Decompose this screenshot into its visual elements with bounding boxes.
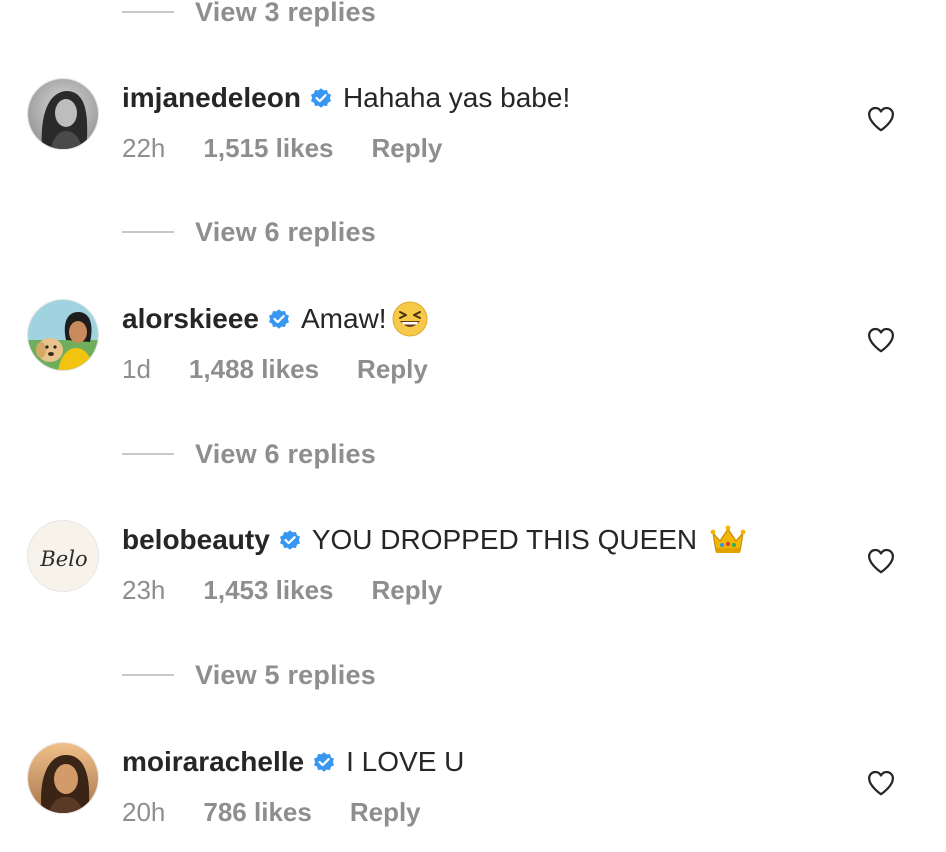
username[interactable]: alorskieee	[122, 303, 259, 335]
grinning-squinting-face-emoji	[392, 301, 428, 337]
comment-text: YOU DROPPED THIS QUEEN	[311, 524, 698, 555]
comment-text: Amaw!	[301, 303, 387, 334]
reply-button[interactable]: Reply	[372, 575, 443, 606]
comment-timestamp: 1d	[122, 353, 151, 384]
likes-count[interactable]: 1,488 likes	[189, 354, 319, 385]
reply-button[interactable]: Reply	[350, 797, 421, 828]
likes-count[interactable]: 1,453 likes	[203, 575, 333, 606]
username[interactable]: moirarachelle	[122, 746, 304, 778]
view-replies-label: View 3 replies	[195, 0, 376, 27]
avatar[interactable]: Belo	[27, 520, 99, 592]
heart-outline-icon[interactable]	[866, 325, 896, 355]
view-replies-label: View 5 replies	[195, 659, 376, 690]
comment-item: alorskieee Amaw! 1d 1,488 likes Reply	[0, 299, 946, 409]
comment-thread: View 3 replies imjanedeleon Hahaha yas b…	[0, 0, 946, 841]
avatar-logo-text: Belo	[39, 547, 87, 571]
avatar[interactable]	[27, 299, 99, 371]
view-replies-label: View 6 replies	[195, 216, 376, 247]
comment-text: Hahaha yas babe!	[342, 82, 571, 113]
avatar[interactable]	[27, 742, 99, 814]
reply-button[interactable]: Reply	[372, 133, 443, 164]
verified-badge-icon	[279, 530, 300, 550]
comment-item: moirarachelle I LOVE U 20h 786 likes Rep…	[0, 742, 946, 852]
comment-item: imjanedeleon Hahaha yas babe! 22h 1,515 …	[0, 78, 946, 188]
heart-outline-icon[interactable]	[866, 768, 896, 798]
reply-button[interactable]: Reply	[357, 354, 428, 385]
comment-timestamp: 23h	[122, 574, 166, 605]
view-replies-button[interactable]: View 5 replies	[122, 657, 376, 693]
comment-text: I LOVE U	[346, 746, 465, 777]
likes-count[interactable]: 786 likes	[203, 797, 311, 828]
comment-item: Belo belobeauty YOU DROPPED THIS QUEEN 2…	[0, 520, 946, 630]
username[interactable]: belobeauty	[122, 524, 270, 556]
heart-outline-icon[interactable]	[866, 104, 896, 134]
comment-timestamp: 22h	[122, 132, 166, 163]
replies-divider	[122, 11, 174, 13]
view-replies-button[interactable]: View 6 replies	[122, 214, 376, 250]
replies-divider	[122, 453, 174, 455]
view-replies-label: View 6 replies	[195, 438, 376, 469]
avatar[interactable]	[27, 78, 99, 150]
replies-divider	[122, 231, 174, 233]
likes-count[interactable]: 1,515 likes	[203, 133, 333, 164]
verified-badge-icon	[269, 309, 289, 329]
view-replies-button[interactable]: View 3 replies	[122, 0, 376, 30]
username[interactable]: imjanedeleon	[122, 82, 301, 114]
view-replies-button[interactable]: View 6 replies	[122, 436, 376, 472]
verified-badge-icon	[310, 88, 331, 108]
verified-badge-icon	[314, 752, 335, 772]
replies-divider	[122, 674, 174, 676]
comment-timestamp: 20h	[122, 796, 166, 827]
crown-emoji	[710, 525, 746, 553]
heart-outline-icon[interactable]	[866, 546, 896, 576]
